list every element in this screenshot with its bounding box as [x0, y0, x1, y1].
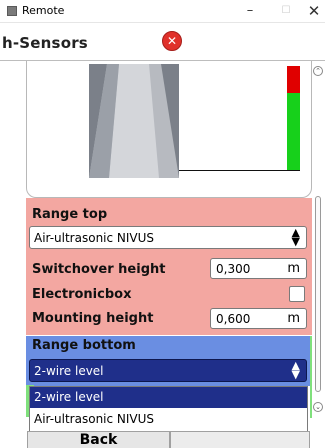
- range-top-label: Range top: [32, 207, 108, 222]
- switchover-height-unit: m: [287, 261, 300, 276]
- scrollbar[interactable]: [315, 196, 321, 392]
- dropdown-option[interactable]: 2-wire level: [30, 387, 307, 408]
- range-bottom-sensor-value: 2-wire level: [34, 364, 104, 378]
- select-arrows-icon: ▲ ▼: [291, 359, 300, 381]
- close-circle-icon[interactable]: ✕: [162, 31, 182, 51]
- sensor-visual: [89, 64, 302, 182]
- range-bottom-dropdown[interactable]: 2-wire level Air-ultrasonic NIVUS: [29, 386, 308, 432]
- range-top-sensor-value: Air-ultrasonic NIVUS: [34, 231, 155, 245]
- range-bottom-strip-right: [310, 336, 312, 418]
- page-header: h-Sensors ✕: [0, 23, 325, 60]
- switchover-height-label: Switchover height: [32, 262, 166, 277]
- page-title: h-Sensors: [2, 34, 88, 52]
- window-titlebar: Remote – ☐ ✕: [0, 0, 325, 23]
- range-bottom-label: Range bottom: [32, 338, 136, 353]
- channel-shape-icon: [89, 64, 179, 178]
- scroll-down-icon[interactable]: ⌄: [313, 402, 323, 412]
- electronicbox-label: Electronicbox: [32, 287, 132, 302]
- switchover-height-value: 0,300: [216, 262, 251, 276]
- mounting-height-unit: m: [287, 311, 300, 326]
- switchover-height-field[interactable]: 0,300 m: [210, 258, 307, 279]
- electronicbox-checkbox[interactable]: [289, 286, 305, 302]
- level-line: [179, 170, 300, 171]
- minimize-icon[interactable]: –: [232, 0, 268, 22]
- mounting-height-field[interactable]: 0,600 m: [210, 308, 307, 329]
- app-icon: [7, 6, 17, 16]
- footer-button-placeholder[interactable]: [170, 431, 310, 448]
- level-indicator-bar: [287, 66, 300, 170]
- range-bottom-sensor-select[interactable]: 2-wire level ▲ ▼: [29, 359, 307, 382]
- mounting-height-label: Mounting height: [32, 311, 154, 326]
- range-top-sensor-select[interactable]: Air-ultrasonic NIVUS ▲ ▼: [29, 226, 307, 249]
- mounting-height-value: 0,600: [216, 312, 251, 326]
- back-button[interactable]: Back: [27, 431, 170, 448]
- close-icon[interactable]: ✕: [296, 0, 325, 22]
- window-title: Remote: [22, 4, 65, 17]
- dropdown-option[interactable]: Air-ultrasonic NIVUS: [30, 409, 307, 430]
- level-indicator-fill: [287, 93, 300, 170]
- select-arrows-icon: ▲ ▼: [291, 226, 300, 248]
- channel-image: [89, 64, 179, 178]
- scroll-up-icon[interactable]: ⌃: [313, 66, 323, 76]
